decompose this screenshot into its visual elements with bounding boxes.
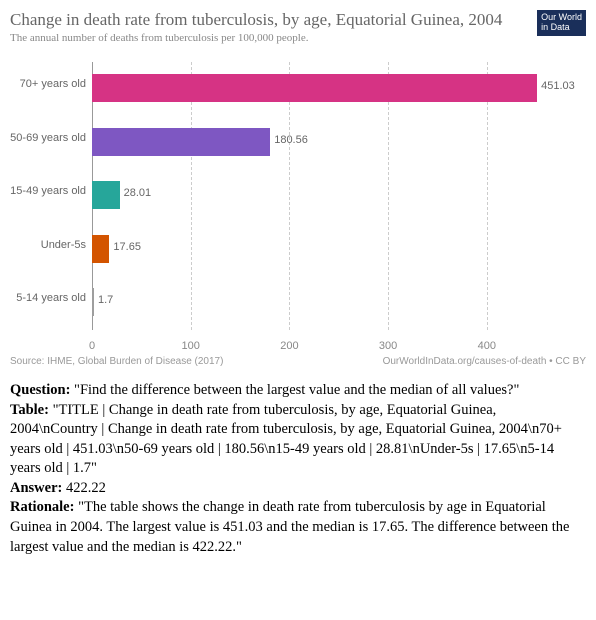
chart-plot: 0 100 200 300 400 70+ years old451.03 50-69 ye… [92,62,546,352]
category-label: 70+ years old [6,78,86,90]
bar-value-label: 451.03 [541,80,575,92]
bar [92,181,120,209]
table-text: "TITLE | Change in death rate from tuber… [10,402,562,477]
category-label: Under-5s [6,239,86,251]
chart-container: Change in death rate from tuberculosis, … [10,10,586,367]
bar-value-label: 28.01 [124,187,152,199]
x-tick-label: 300 [379,340,397,352]
category-label: 50-69 years old [6,132,86,144]
rationale-text: "The table shows the change in death rat… [10,499,569,554]
bar-value-label: 1.7 [98,294,113,306]
answer-label: Answer: [10,480,62,496]
category-label: 5-14 years old [6,292,86,304]
x-tick-label: 400 [478,340,496,352]
bar-row: 70+ years old451.03 [92,70,546,112]
source-left: Source: IHME, Global Burden of Disease (… [10,356,223,367]
answer-row: Answer: 422.22 [10,479,586,499]
question-label: Question: [10,382,70,398]
x-tick-label: 0 [89,340,95,352]
table-row: Table: "TITLE | Change in death rate fro… [10,401,586,479]
x-tick-label: 100 [182,340,200,352]
bar-row: 50-69 years old180.56 [92,124,546,166]
rationale-label: Rationale: [10,499,74,515]
bar-value-label: 180.56 [274,134,308,146]
chart-title: Change in death rate from tuberculosis, … [10,10,586,30]
bar-value-label: 17.65 [113,241,141,253]
qa-block: Question: "Find the difference between t… [10,381,586,557]
question-row: Question: "Find the difference between t… [10,381,586,401]
bar-row: 5-14 years old1.7 [92,284,546,326]
rationale-row: Rationale: "The table shows the change i… [10,498,586,557]
owid-badge: Our Worldin Data [537,10,586,36]
answer-text: 422.22 [66,480,106,496]
bar [92,288,94,316]
bar-row: Under-5s17.65 [92,231,546,273]
question-text: "Find the difference between the largest… [74,382,519,398]
category-label: 15-49 years old [6,185,86,197]
bar [92,128,270,156]
chart-footer: Source: IHME, Global Burden of Disease (… [10,356,586,367]
source-right: OurWorldInData.org/causes-of-death • CC … [383,356,586,367]
bar [92,74,537,102]
bar [92,235,109,263]
table-label: Table: [10,402,49,418]
chart-subtitle: The annual number of deaths from tubercu… [10,32,586,44]
x-tick-label: 200 [280,340,298,352]
chart-header: Change in death rate from tuberculosis, … [10,10,586,44]
bar-row: 15-49 years old28.01 [92,177,546,219]
